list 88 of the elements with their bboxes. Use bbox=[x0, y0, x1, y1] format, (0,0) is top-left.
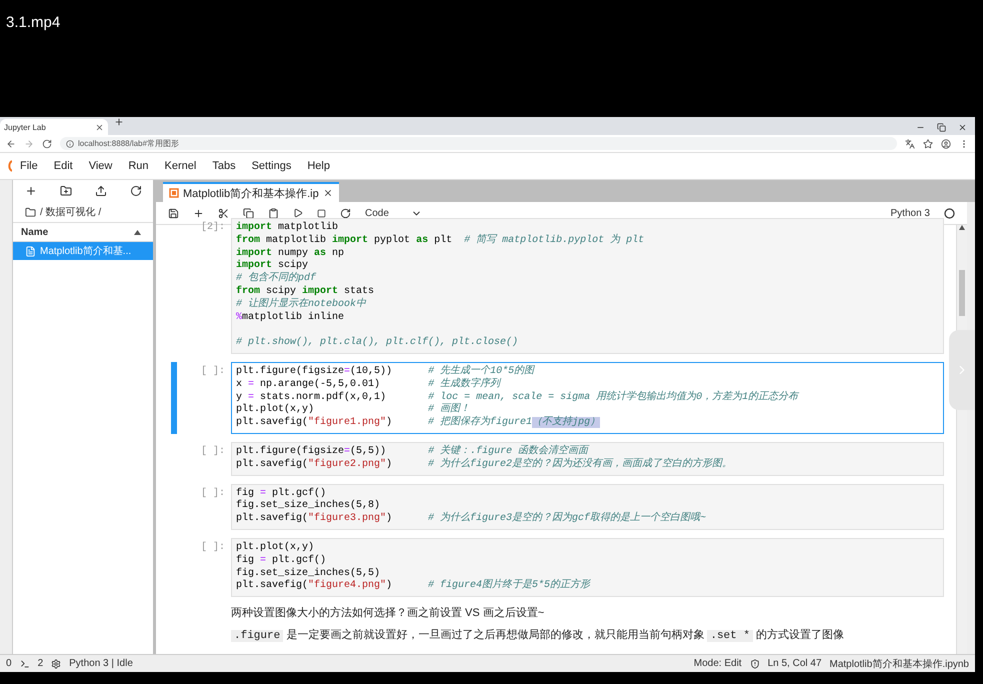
cut-icon[interactable] bbox=[218, 208, 229, 218]
close-icon[interactable] bbox=[322, 188, 333, 198]
video-title: 3.1.mp4 bbox=[5, 13, 62, 33]
reload-icon[interactable] bbox=[42, 138, 52, 148]
code-cell[interactable]: plt.figure(figsize=(5,5)) # 关键：.figure 函数会清空画面 plt.savefig("figure2.png") # 为什么figure2是空的？因为还没有画，画面成了空白的方形图。 bbox=[231, 442, 944, 476]
paste-icon[interactable] bbox=[268, 208, 279, 218]
folder-icon bbox=[25, 206, 36, 218]
menu-item[interactable]: Help bbox=[299, 160, 338, 172]
cell-prompt: [ ]: bbox=[200, 540, 226, 555]
restore-icon[interactable] bbox=[937, 123, 946, 132]
cell-type-dropdown[interactable]: Code bbox=[365, 208, 422, 218]
run-icon[interactable] bbox=[293, 208, 303, 218]
save-icon[interactable] bbox=[168, 208, 179, 218]
restart-icon[interactable] bbox=[340, 208, 351, 218]
close-icon[interactable] bbox=[95, 122, 104, 132]
code-cell[interactable]: fig = plt.gcf() fig.set_size_inches(5,8) plt.savefig("figure3.png") # 为什么figure3是空的？因为gcf取得的是上一个空白图哦~ bbox=[231, 484, 944, 530]
code-line: fig.set_size_inches(5,8) bbox=[236, 500, 382, 512]
code-line: fig = plt.gcf() bbox=[236, 488, 328, 500]
code-line: fig = plt.gcf() bbox=[236, 554, 328, 568]
kernel-status-icon bbox=[944, 208, 955, 218]
cell-prompt: [ ]: bbox=[200, 364, 226, 379]
code-line: fig.set_size_inches(5,5) bbox=[236, 568, 382, 580]
code-line: plt.savefig("figure2.png") # 为什么figure2是空的？因为还没有画，画面成了空白的方形图。 bbox=[236, 458, 734, 472]
tab-title: Jupyter Lab bbox=[4, 122, 46, 132]
close-icon[interactable] bbox=[958, 123, 967, 132]
code-line: %matplotlib inline bbox=[236, 312, 346, 324]
add-cell-icon[interactable] bbox=[193, 208, 204, 218]
notebook-file-icon bbox=[25, 246, 36, 256]
address-bar[interactable]: localhost:8888/lab#常用图形 bbox=[60, 137, 897, 150]
code-line: import numpy as np bbox=[236, 248, 346, 260]
notebook-tab[interactable]: Matplotlib简介和基本操作.ip bbox=[163, 182, 339, 202]
cell-prompt: [ ]: bbox=[200, 444, 226, 459]
code-line: x = np.arange(-5,5,0.01) # 生成数字序列 bbox=[236, 378, 502, 392]
kernel-name[interactable]: Python 3 bbox=[890, 208, 930, 218]
stop-icon[interactable] bbox=[317, 208, 326, 218]
refresh-icon[interactable] bbox=[130, 185, 142, 197]
code-line: # plt.show(), plt.cla(), plt.clf(), plt.close() bbox=[236, 337, 520, 350]
sort-icon bbox=[134, 230, 141, 234]
code-line: import matplotlib bbox=[236, 222, 340, 234]
menu-item[interactable]: Kernel bbox=[156, 160, 204, 172]
code-line: plt.plot(x,y) # 画图！ bbox=[236, 404, 472, 416]
menu-item[interactable]: Tabs bbox=[204, 160, 244, 172]
code-line: import scipy bbox=[236, 260, 310, 272]
scrollbar-thumb[interactable] bbox=[959, 270, 965, 316]
code-line: from scipy import stats bbox=[236, 286, 376, 298]
menu-item[interactable]: View bbox=[80, 160, 120, 172]
menu-item[interactable]: Edit bbox=[46, 160, 81, 172]
notebook-icon bbox=[169, 188, 179, 198]
upload-icon[interactable] bbox=[94, 185, 106, 197]
code-line: plt.savefig("figure3.png") # 为什么figure3是空的？因为gcf取得的是上一个空白图哦~ bbox=[236, 513, 708, 526]
code-line: plt.figure(figsize=(10,5)) # 先生成一个10*5的图 bbox=[236, 366, 536, 378]
markdown-text: .figure 是一定要画之前就设置好，一旦画过了之后再想做局部的修改，就只能用当前句柄对象 .set * 的方式设置了图像 bbox=[231, 627, 944, 642]
kernel-count[interactable]: 2 bbox=[38, 658, 44, 669]
file-name: Matplotlib简介和基本操作.ipynb bbox=[830, 658, 969, 670]
code-cell[interactable]: plt.plot(x,y) fig = plt.gcf() fig.set_size_inches(5,5) plt.savefig("figure4.png") # figure4图片终于是5*5的正方形 bbox=[231, 538, 944, 598]
new-tab-icon[interactable] bbox=[114, 117, 124, 127]
star-icon[interactable] bbox=[923, 138, 933, 148]
new-launcher-icon[interactable] bbox=[24, 185, 36, 197]
menu-item[interactable]: Run bbox=[120, 160, 157, 172]
back-icon[interactable] bbox=[6, 138, 16, 148]
terminal-count[interactable]: 0 bbox=[6, 658, 12, 669]
menu-item[interactable]: File bbox=[12, 160, 46, 172]
gear-icon bbox=[51, 658, 62, 668]
code-line: # 让图片显示在notebook中 bbox=[236, 298, 368, 312]
editor-mode: Mode: Edit bbox=[694, 658, 742, 669]
info-icon bbox=[66, 140, 74, 148]
code-line: y = stats.norm.pdf(x,0,1) # loc = mean, scale = sigma 用统计学包输出均值为0，方差为1的正态分布 bbox=[236, 392, 800, 403]
browser-tab[interactable]: Jupyter Lab bbox=[0, 119, 108, 135]
copy-icon[interactable] bbox=[243, 208, 254, 218]
terminal-icon bbox=[20, 658, 30, 668]
cell-prompt: [2]: bbox=[200, 220, 226, 235]
code-line: plt.savefig("figure1.png") # 把图保存为figure1（不支持jpg） bbox=[236, 417, 602, 430]
menu-item[interactable]: Settings bbox=[244, 160, 300, 172]
account-icon[interactable] bbox=[941, 138, 951, 148]
shield-icon bbox=[750, 658, 760, 668]
code-cell[interactable] bbox=[231, 362, 944, 434]
markdown-text: 两种设置图像大小的方法如何选择？画之前设置 VS 画之后设置~ bbox=[231, 606, 546, 620]
cell-prompt: [ ]: bbox=[200, 486, 226, 501]
code-line: plt.plot(x,y) bbox=[236, 542, 316, 554]
breadcrumb-path[interactable]: / 数据可视化 / bbox=[40, 205, 102, 219]
translate-icon[interactable] bbox=[905, 138, 915, 148]
code-line: from matplotlib import pyplot as plt # 简写 matplotlib.pyplot 为 plt bbox=[236, 234, 646, 248]
code-line: plt.savefig("figure4.png") # figure4图片终于是5*5的正方形 bbox=[236, 580, 592, 594]
code-line: # 包含不同的pdf bbox=[236, 273, 318, 286]
kernel-state[interactable]: Python 3 | Idle bbox=[69, 658, 133, 669]
cursor-position[interactable]: Ln 5, Col 47 bbox=[768, 658, 822, 669]
code-line: plt.figure(figsize=(5,5)) # 关键：.figure 函数会清空画面 bbox=[236, 446, 590, 458]
new-folder-icon[interactable] bbox=[60, 185, 72, 197]
